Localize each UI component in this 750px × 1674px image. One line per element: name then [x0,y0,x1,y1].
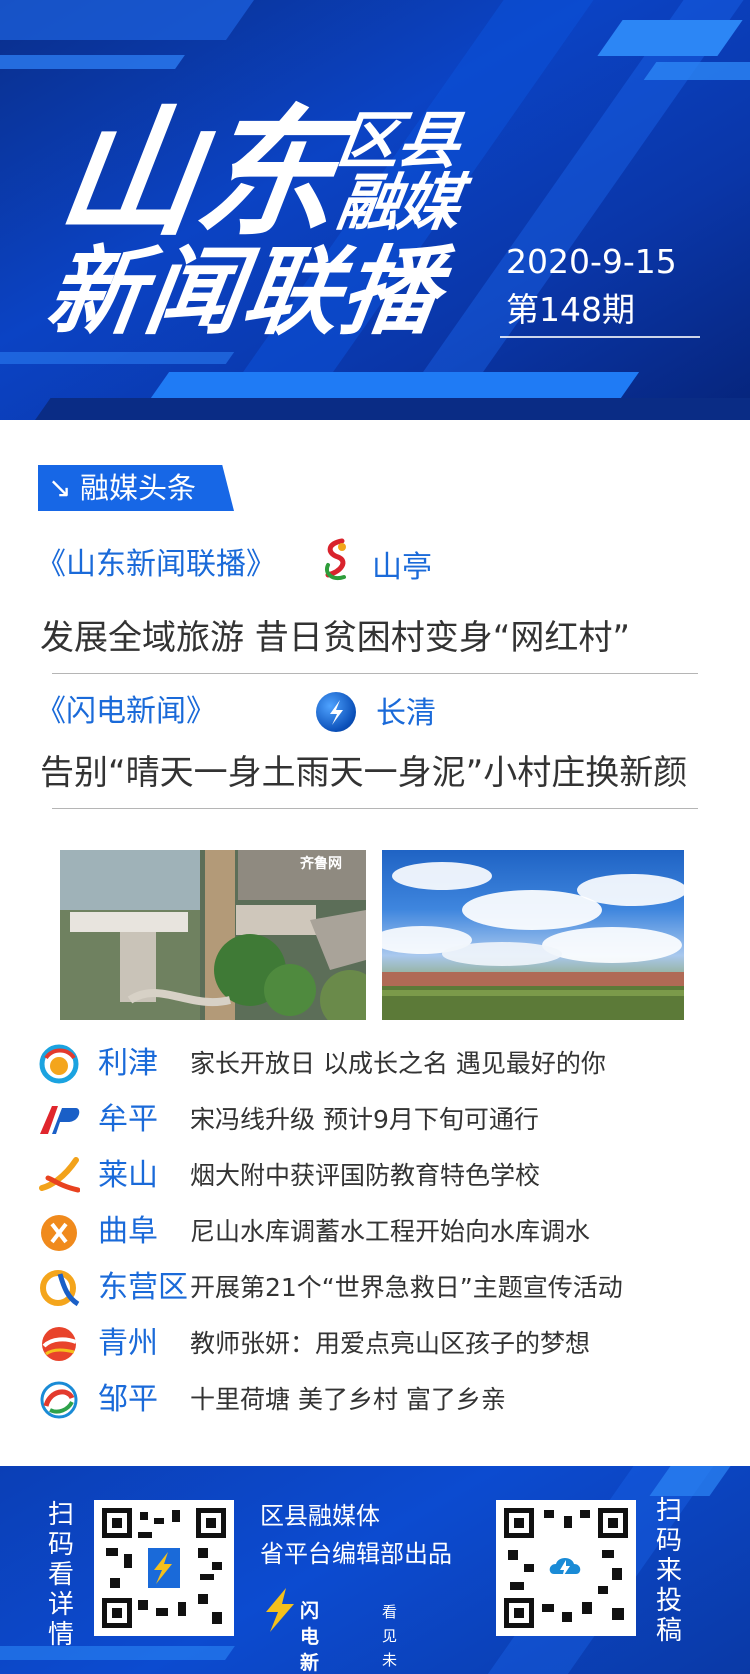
app-name: 闪电新闻 [300,1600,320,1674]
lijin-logo-icon [38,1044,80,1084]
section-label: 融媒头条 [80,471,197,505]
app-slogan: 看见未来 [382,1603,398,1669]
news-county: 青州 [98,1326,158,1361]
qr-code-details[interactable] [94,1500,234,1636]
headline-divider [52,808,698,809]
arrow-down-right-icon: ↘ [48,471,72,504]
title-rongmei: 融媒 [332,166,464,239]
news-title[interactable]: 教师张妍：用爱点亮山区孩子的梦想 [190,1322,590,1366]
news-county: 曲阜 [98,1214,158,1249]
headline-divider [52,673,698,674]
issue-number: 第148期 [506,290,635,329]
photo-sky-town[interactable] [382,850,684,1020]
dongying-logo-icon [38,1268,80,1308]
news-title[interactable]: 烟大附中获评国防教育特色学校 [190,1154,540,1198]
news-county: 牟平 [98,1102,158,1137]
list-item[interactable]: 曲阜 尼山水库调蓄水工程开始向水库调水 [38,1210,718,1254]
headline-county[interactable]: 长清 [376,694,436,734]
banner-stripe [597,20,743,56]
banner-stripe [150,372,640,398]
list-item[interactable]: 东营区 开展第21个“世界急救日”主题宣传活动 [38,1266,718,1310]
section-tag: ↘ 融媒头条 [38,465,234,511]
zouping-logo-icon [38,1380,80,1420]
footer-banner: 扫码看详情 区县融媒体 省平台编辑部出品 闪电新闻 看见未来 [0,1466,750,1674]
list-item[interactable]: 邹平 十里荷塘 美了乡村 富了乡亲 [38,1378,718,1422]
news-title[interactable]: 宋冯线升级 预计9月下旬可通行 [190,1098,539,1142]
qufu-logo-icon [38,1212,80,1252]
news-title[interactable]: 十里荷塘 美了乡村 富了乡亲 [190,1378,506,1422]
photo-watermark: 齐鲁网 [300,856,342,872]
footer-brand-line2: 省平台编辑部出品 [260,1540,452,1568]
lightning-bolt-icon [266,1588,294,1632]
qingzhou-logo-icon [38,1324,80,1364]
news-title[interactable]: 家长开放日 以成长之名 遇见最好的你 [190,1042,606,1086]
laishan-logo-icon [38,1156,81,1196]
banner-stripe [0,1646,235,1660]
title-quxian: 区县 [332,104,464,177]
headline-show-name[interactable]: 《山东新闻联播》 [36,545,276,585]
banner-stripe [0,0,255,40]
scan-to-submit-label: 扫码来投稿 [655,1496,682,1646]
news-title[interactable]: 尼山水库调蓄水工程开始向水库调水 [190,1210,590,1254]
footer-brand-line1: 区县融媒体 [260,1502,380,1530]
shanting-logo-icon [318,537,354,583]
muping-logo-icon [38,1100,80,1140]
news-title[interactable]: 开展第21个“世界急救日”主题宣传活动 [190,1266,623,1310]
headline-county[interactable]: 山亭 [372,548,432,588]
news-county: 东营区 [98,1270,188,1305]
banner-stripe [643,62,750,80]
title-xinwen-lianbo: 新闻联播 [40,236,448,348]
news-county: 利津 [98,1046,158,1081]
banner-stripe [0,55,185,69]
list-item[interactable]: 利津 家长开放日 以成长之名 遇见最好的你 [38,1042,718,1086]
issue-date: 2020-9-15 [506,242,677,281]
news-county: 莱山 [98,1158,158,1193]
list-item[interactable]: 莱山 烟大附中获评国防教育特色学校 [38,1154,718,1198]
header-banner: 山东 区县 融媒 新闻联播 2020-9-15 第148期 [0,0,750,420]
news-county: 邹平 [98,1382,158,1417]
headline-title[interactable]: 告别“晴天一身土雨天一身泥”小村庄换新颜 [40,750,687,796]
qr-code-submit[interactable] [496,1500,636,1636]
title-shandong: 山东 [48,93,348,256]
shandian-logo-icon [316,692,356,732]
list-item[interactable]: 牟平 宋冯线升级 预计9月下旬可通行 [38,1098,718,1142]
banner-stripe [0,352,235,364]
header-divider [500,336,700,338]
scan-to-view-label: 扫码看详情 [47,1500,74,1650]
banner-stripe [29,398,750,420]
headline-title[interactable]: 发展全域旅游 昔日贫困村变身“网红村” [40,615,630,661]
list-item[interactable]: 青州 教师张妍：用爱点亮山区孩子的梦想 [38,1322,718,1366]
photo-village-aerial[interactable]: 齐鲁网 [60,850,366,1020]
headline-show-name[interactable]: 《闪电新闻》 [36,692,216,732]
